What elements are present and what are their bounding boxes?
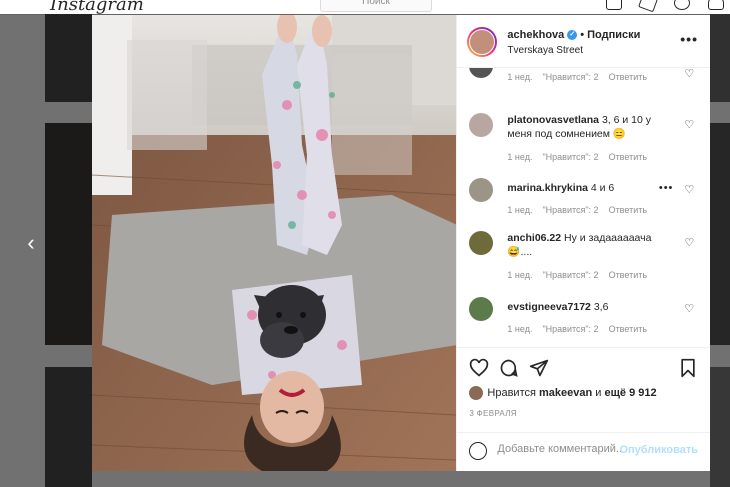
liker-username[interactable]: makeevan: [539, 387, 592, 399]
activity-icon[interactable]: [708, 0, 724, 10]
comment-input[interactable]: [497, 443, 622, 455]
comment-reply-button[interactable]: Ответить: [609, 270, 647, 280]
post-photo[interactable]: [92, 15, 457, 471]
likes-connector: и: [595, 386, 602, 399]
more-options-icon[interactable]: •••: [680, 31, 698, 47]
commenter-avatar[interactable]: [469, 178, 494, 202]
like-heart-icon[interactable]: [469, 358, 489, 378]
emoji-icon[interactable]: [469, 442, 488, 460]
background-header: Instagram Поиск: [0, 0, 730, 15]
comment-reply-button[interactable]: Ответить: [609, 152, 647, 162]
commenter-avatar[interactable]: [469, 68, 494, 78]
add-comment-bar: Опубликовать: [457, 432, 710, 471]
commenter-username[interactable]: anchi06.22: [507, 232, 561, 244]
author-username[interactable]: achekhova: [507, 29, 564, 41]
comment-text: 4 и 6: [590, 182, 615, 194]
comment-likes[interactable]: "Нравится": 2: [542, 72, 598, 82]
post-date[interactable]: 3 ФЕВРАЛЯ: [469, 409, 516, 418]
commenter-username[interactable]: platonovasvetlana: [507, 114, 599, 126]
comment-time[interactable]: 1 нед.: [507, 270, 532, 280]
direct-icon[interactable]: [638, 0, 658, 13]
post-sidebar: achekhova ✓ • Подписки Tverskaya Street •••…: [456, 15, 710, 471]
publish-comment-button[interactable]: Опубликовать: [619, 444, 698, 456]
post-modal: achekhova ✓ • Подписки Tverskaya Street •••…: [92, 15, 710, 471]
follow-button[interactable]: Подписки: [587, 29, 640, 41]
comment-reply-button[interactable]: Ответить: [609, 205, 647, 215]
liker-avatar[interactable]: [469, 386, 484, 400]
comments-list[interactable]: ♡ 1 нед. "Нравится": 2 Ответить platonovas…: [457, 68, 710, 347]
prev-post-arrow[interactable]: ‹: [20, 232, 42, 254]
comment-options-icon[interactable]: •••: [659, 182, 674, 194]
likes-prefix: Нравится: [487, 386, 536, 399]
comment-likes[interactable]: "Нравится": 2: [542, 205, 598, 215]
search-input[interactable]: Поиск: [320, 0, 432, 12]
comment-text: 3,6: [593, 301, 609, 313]
comment-time[interactable]: 1 нед.: [507, 324, 532, 334]
comment-like-icon[interactable]: ♡: [684, 304, 694, 315]
comment-like-icon[interactable]: ♡: [684, 238, 694, 249]
home-icon[interactable]: [606, 0, 622, 10]
comment-time[interactable]: 1 нед.: [507, 152, 532, 162]
comment-like-icon[interactable]: ♡: [684, 69, 694, 80]
likes-summary: Нравится makeevan и ещё 9 912: [469, 386, 657, 400]
comment-likes[interactable]: "Нравится": 2: [542, 152, 598, 162]
save-bookmark-icon[interactable]: [678, 358, 698, 378]
comment-time[interactable]: 1 нед.: [507, 72, 532, 82]
commenter-avatar[interactable]: [469, 113, 494, 137]
post-actions: Нравится makeevan и ещё 9 912 3 ФЕВРАЛЯ: [457, 347, 710, 432]
comment-like-icon[interactable]: ♡: [684, 185, 694, 196]
share-send-icon[interactable]: [529, 358, 549, 378]
comment-like-icon[interactable]: ♡: [684, 120, 694, 131]
commenter-username[interactable]: evstigneeva7172: [507, 301, 590, 313]
explore-icon[interactable]: [674, 0, 690, 10]
comment-reply-button[interactable]: Ответить: [609, 72, 647, 82]
likes-count[interactable]: ещё 9 912: [605, 387, 657, 399]
post-header: achekhova ✓ • Подписки Tverskaya Street •••: [457, 15, 710, 68]
verified-badge-icon: ✓: [567, 30, 578, 41]
post-location[interactable]: Tverskaya Street: [507, 45, 583, 56]
commenter-avatar[interactable]: [469, 297, 494, 321]
comment-time[interactable]: 1 нед.: [507, 205, 532, 215]
post-image: [92, 15, 457, 471]
separator-dot: •: [580, 29, 585, 41]
comment-likes[interactable]: "Нравится": 2: [542, 270, 598, 280]
comment-reply-button[interactable]: Ответить: [609, 324, 647, 334]
comment-likes[interactable]: "Нравится": 2: [542, 324, 598, 334]
commenter-username[interactable]: marina.khrykina: [507, 182, 588, 194]
commenter-avatar[interactable]: [469, 231, 494, 255]
author-avatar[interactable]: [467, 27, 498, 57]
comment-bubble-icon[interactable]: [499, 358, 519, 378]
instagram-logo[interactable]: Instagram: [50, 0, 144, 15]
